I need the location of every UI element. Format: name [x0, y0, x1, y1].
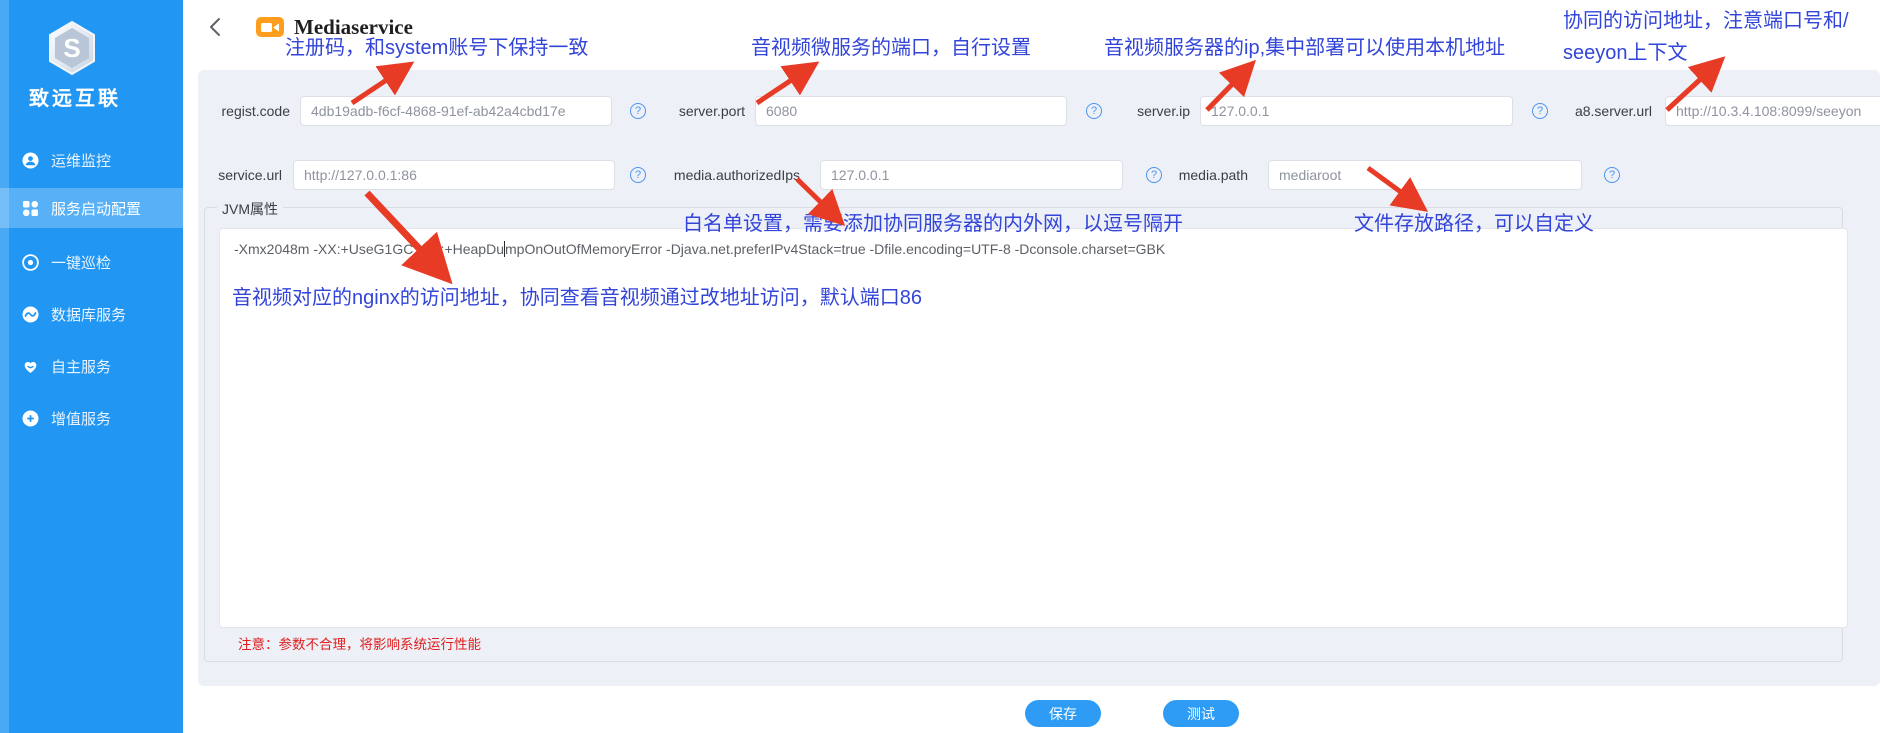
field-label-regist-code: regist.code — [221, 103, 290, 119]
value-added-icon — [22, 410, 39, 426]
annotation-server-port: 音视频微服务的端口，自行设置 — [751, 37, 1031, 59]
media-path-input[interactable] — [1268, 160, 1582, 190]
heart-icon — [24, 361, 37, 373]
video-camera-icon — [256, 17, 284, 37]
sidebar-item-label: 一键巡检 — [51, 254, 112, 272]
user-monitor-icon — [22, 152, 39, 168]
sidebar: S 致远互联 运维监控 服务启动配置 一键巡检 数据库服务 自主服务 增值服务 — [0, 0, 183, 733]
server-ip-input[interactable] — [1200, 96, 1513, 126]
sidebar-item-value-added-service[interactable]: 增值服务 — [0, 398, 183, 438]
svg-text:S: S — [63, 33, 80, 63]
sidebar-item-label: 增值服务 — [51, 410, 112, 428]
field-label-server-port: server.port — [678, 103, 745, 119]
back-chevron-icon[interactable] — [205, 16, 227, 38]
sidebar-item-database-service[interactable]: 数据库服务 — [0, 294, 183, 334]
field-label-service-url: service.url — [218, 167, 282, 183]
jvm-value-before-caret: -Xmx2048m -XX:+UseG1GC -XX:+HeapDu — [234, 241, 504, 257]
a8-server-url-input[interactable] — [1665, 96, 1880, 126]
sidebar-item-label: 运维监控 — [51, 152, 112, 170]
sidebar-item-label: 数据库服务 — [51, 306, 127, 324]
sidebar-item-self-service[interactable]: 自主服务 — [0, 346, 183, 386]
server-port-input[interactable] — [755, 96, 1067, 126]
regist-code-input[interactable] — [300, 96, 612, 126]
annotation-media-path: 文件存放路径，可以自定义 — [1354, 213, 1594, 235]
sidebar-item-label: 自主服务 — [51, 358, 112, 376]
service-url-input[interactable] — [293, 160, 615, 190]
brand-logo-icon: S — [46, 20, 98, 76]
main-content: Mediaservice regist.code ? server.port ?… — [183, 0, 1880, 733]
jvm-warning-text: 注意：参数不合理，将影响系统运行性能 — [238, 637, 481, 652]
annotation-nginx-url: 音视频对应的nginx的访问地址，协同查看音视频通过改地址访问，默认端口86 — [232, 287, 923, 309]
grid-icon — [23, 200, 38, 216]
field-label-a8-server-url: a8.server.url — [1574, 103, 1652, 119]
save-button[interactable]: 保存 — [1025, 700, 1101, 727]
wave-chart-icon — [22, 306, 39, 322]
field-label-server-ip: server.ip — [1137, 103, 1190, 119]
sidebar-item-service-start-config[interactable]: 服务启动配置 — [0, 188, 183, 228]
annotation-a8-url-line1: 协同的访问地址，注意端口号和/ — [1563, 10, 1849, 32]
media-authorizedips-input[interactable] — [820, 160, 1123, 190]
app-window: S 致远互联 运维监控 服务启动配置 一键巡检 数据库服务 自主服务 增值服务 … — [0, 0, 1880, 733]
jvm-value-after-caret: mpOnOutOfMemoryError -Djava.net.preferIP… — [505, 241, 1166, 257]
annotation-a8-url-line2: seeyon上下文 — [1563, 42, 1688, 64]
brand-name: 致远互联 — [29, 88, 121, 110]
jvm-legend: JVM属性 — [217, 199, 283, 219]
help-icon-media-path[interactable]: ? — [1604, 167, 1620, 183]
sidebar-item-ops-monitor[interactable]: 运维监控 — [0, 140, 183, 180]
sidebar-item-label: 服务启动配置 — [51, 200, 142, 218]
help-icon-server-ip[interactable]: ? — [1532, 103, 1548, 119]
field-label-media-path: media.path — [1178, 167, 1248, 183]
annotation-regist-code: 注册码，和system账号下保持一致 — [285, 37, 589, 59]
field-label-media-authorizedips: media.authorizedIps — [673, 167, 800, 183]
annotation-server-ip: 音视频服务器的ip,集中部署可以使用本机地址 — [1104, 37, 1506, 59]
help-icon-service-url[interactable]: ? — [630, 167, 646, 183]
test-button[interactable]: 测试 — [1163, 700, 1239, 727]
annotation-whitelist: 白名单设置，需要添加协同服务器的内外网，以逗号隔开 — [683, 213, 1183, 235]
target-icon — [22, 253, 39, 271]
sidebar-item-one-key-inspect[interactable]: 一键巡检 — [0, 242, 183, 282]
